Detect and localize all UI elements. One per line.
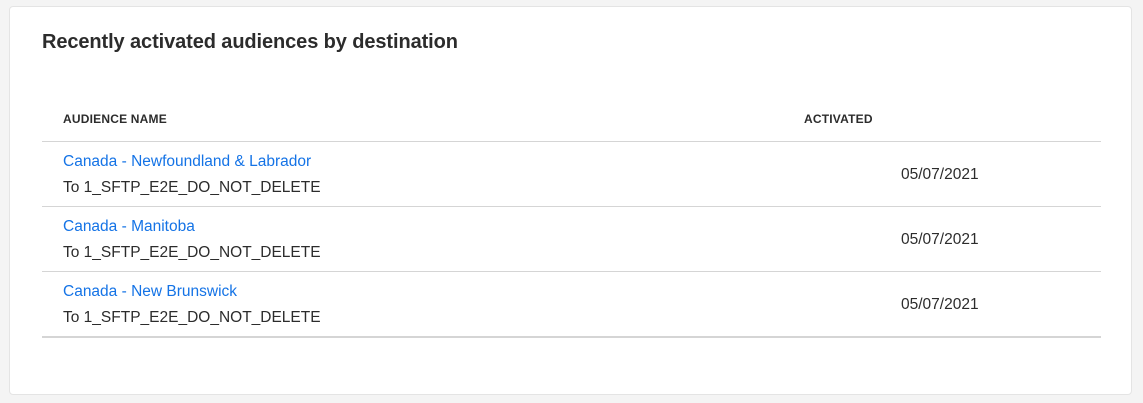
audience-destination: To 1_SFTP_E2E_DO_NOT_DELETE — [63, 244, 321, 261]
audience-name-link[interactable]: Canada - Newfoundland & Labrador — [63, 153, 311, 171]
table-header: AUDIENCE NAME ACTIVATED — [42, 103, 1101, 142]
audience-name-link[interactable]: Canada - Manitoba — [63, 218, 195, 236]
card-title: Recently activated audiences by destinat… — [42, 31, 458, 53]
activated-date: 05/07/2021 — [901, 231, 979, 248]
column-header-audience-name[interactable]: AUDIENCE NAME — [63, 112, 167, 126]
activated-date: 05/07/2021 — [901, 166, 979, 183]
column-header-activated[interactable]: ACTIVATED — [804, 112, 873, 126]
recent-audiences-card: Recently activated audiences by destinat… — [9, 6, 1132, 395]
table-row: Canada - New Brunswick To 1_SFTP_E2E_DO_… — [42, 272, 1101, 338]
audiences-table: AUDIENCE NAME ACTIVATED Canada - Newfoun… — [42, 103, 1101, 338]
audience-name-link[interactable]: Canada - New Brunswick — [63, 283, 237, 301]
table-row: Canada - Manitoba To 1_SFTP_E2E_DO_NOT_D… — [42, 207, 1101, 272]
audience-destination: To 1_SFTP_E2E_DO_NOT_DELETE — [63, 179, 321, 196]
audience-destination: To 1_SFTP_E2E_DO_NOT_DELETE — [63, 309, 321, 326]
activated-date: 05/07/2021 — [901, 296, 979, 313]
table-row: Canada - Newfoundland & Labrador To 1_SF… — [42, 142, 1101, 207]
